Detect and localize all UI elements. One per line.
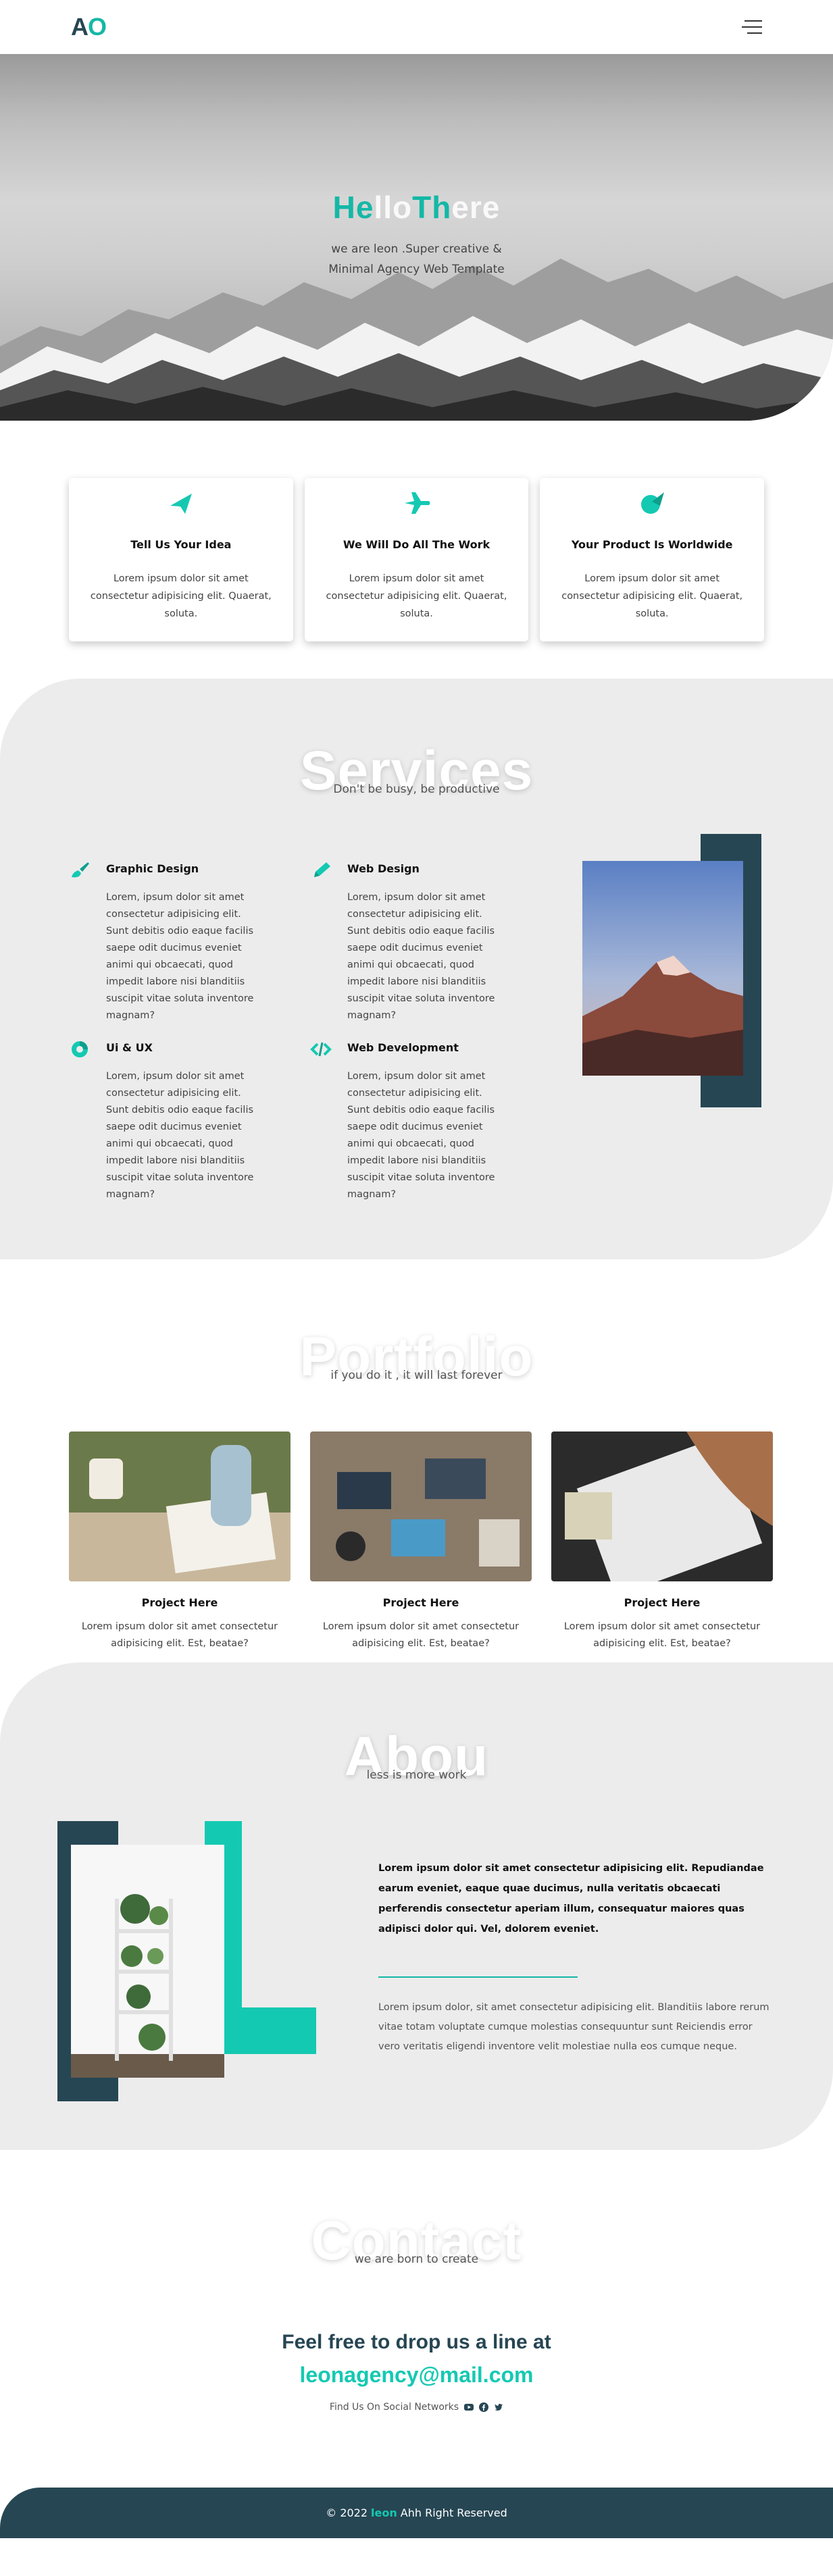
feature-card: Your Product Is Worldwide Lorem ipsum do… (540, 478, 765, 641)
portfolio-title: Project Here (624, 1596, 701, 1609)
service-text: Lorem, ipsum dolor sit amet consectetur … (106, 1071, 254, 1200)
social-label: Find Us On Social Networks (329, 2402, 459, 2413)
twitter-icon[interactable] (494, 2402, 503, 2412)
footer: © 2022 leon Ahh Right Reserved (0, 2488, 833, 2538)
about-body-text: Lorem ipsum dolor, sit amet consectetur … (378, 2002, 769, 2052)
features-section: Tell Us Your Idea Lorem ipsum dolor sit … (0, 421, 833, 679)
portfolio-text: Lorem ipsum dolor sit amet consectetur a… (81, 1621, 278, 1649)
divider (378, 1976, 578, 1978)
hero-section: HelloThere we are leon .Super creative &… (0, 54, 833, 421)
hero-title: HelloThere (0, 189, 833, 226)
palette-icon (72, 1041, 88, 1057)
portfolio-card[interactable]: Project Here Lorem ipsum dolor sit amet … (310, 1431, 532, 1652)
portfolio-text: Lorem ipsum dolor sit amet consectetur a… (322, 1621, 520, 1649)
feature-title: Your Product Is Worldwide (571, 538, 733, 551)
contact-section: Contact we are born to create Feel free … (0, 2150, 833, 2488)
portfolio-card[interactable]: Project Here Lorem ipsum dolor sit amet … (551, 1431, 773, 1652)
plant-shelf-image (71, 1845, 224, 2078)
hero-title-part: He (332, 190, 374, 225)
service-text: Lorem, ipsum dolor sit amet consectetur … (106, 892, 254, 1021)
logo-letter-o: O (88, 13, 107, 41)
feature-text: Lorem ipsum dolor sit amet consectetur a… (90, 573, 272, 619)
service-text: Lorem, ipsum dolor sit amet consectetur … (347, 892, 495, 1021)
service-item: Ui & UX Lorem, ipsum dolor sit amet cons… (69, 1039, 258, 1203)
top-nav: AO (0, 0, 833, 54)
section-subtitle: we are born to create (354, 2253, 479, 2266)
service-title: Web Development (347, 1041, 459, 1054)
menu-line (742, 26, 762, 28)
team-desk-image (310, 1431, 532, 1581)
hero-subtitle: we are leon .Super creative & Minimal Ag… (0, 239, 833, 280)
portfolio-text: Lorem ipsum dolor sit amet consectetur a… (563, 1621, 761, 1649)
about-image-frame (57, 1821, 318, 2101)
pen-icon (314, 862, 330, 877)
section-heading: Contact we are born to create (0, 2211, 833, 2271)
portfolio-title: Project Here (382, 1596, 459, 1609)
about-section: Abou less is more work Lorem ipsum dolor… (0, 1662, 833, 2150)
services-section: Services Don't be busy, be productive Gr… (0, 679, 833, 1259)
contact-cta: Feel free to drop us a line at (282, 2331, 551, 2353)
youtube-icon[interactable] (464, 2402, 474, 2412)
facebook-icon[interactable] (479, 2402, 489, 2412)
footer-brand[interactable]: leon (371, 2506, 397, 2519)
logo-letter-a: A (71, 13, 89, 41)
service-item: Graphic Design Lorem, ipsum dolor sit am… (69, 860, 258, 1024)
feature-text: Lorem ipsum dolor sit amet consectetur a… (326, 573, 507, 619)
brush-icon (72, 862, 89, 878)
menu-line (744, 20, 762, 22)
logo[interactable]: AO (71, 13, 107, 41)
portfolio-section: Portfolio if you do it , it will last fo… (0, 1259, 833, 1662)
hero-title-part: llo (374, 190, 413, 225)
code-icon (310, 1042, 332, 1057)
hamburger-menu-icon[interactable] (742, 20, 762, 34)
service-title: Web Design (347, 862, 420, 875)
service-text: Lorem, ipsum dolor sit amet consectetur … (347, 1071, 495, 1200)
section-heading: Abou less is more work (0, 1727, 833, 1787)
section-subtitle: less is more work (366, 1768, 467, 1782)
feature-title: Tell Us Your Idea (130, 538, 232, 551)
airplane-icon (404, 492, 430, 514)
about-text-block: Lorem ipsum dolor sit amet consectetur a… (378, 1858, 774, 2057)
service-title: Ui & UX (106, 1041, 153, 1054)
globe-plane-icon (641, 492, 665, 514)
feature-title: We Will Do All The Work (343, 538, 490, 551)
services-image-frame (582, 834, 761, 1107)
portfolio-title: Project Here (141, 1596, 218, 1609)
mountain-sunset-image (582, 861, 743, 1076)
section-subtitle: if you do it , it will last forever (330, 1369, 503, 1382)
feature-text: Lorem ipsum dolor sit amet consectetur a… (561, 573, 743, 619)
notebook-writing-image (69, 1431, 291, 1581)
service-title: Graphic Design (106, 862, 199, 875)
feature-card: We Will Do All The Work Lorem ipsum dolo… (304, 478, 529, 641)
section-subtitle: Don't be busy, be productive (333, 783, 500, 796)
footer-rights-text: Ahh Right Reserved (400, 2506, 507, 2519)
section-heading: Portfolio if you do it , it will last fo… (0, 1327, 833, 1388)
paper-plane-icon (170, 494, 192, 514)
copyright-text: © 2022 (326, 2506, 368, 2519)
about-lead-text: Lorem ipsum dolor sit amet consectetur a… (378, 1863, 764, 1935)
section-heading: Services Don't be busy, be productive (0, 741, 833, 801)
contact-email-link[interactable]: leonagency@mail.com (0, 2363, 833, 2388)
portfolio-card[interactable]: Project Here Lorem ipsum dolor sit amet … (69, 1431, 291, 1652)
feature-card: Tell Us Your Idea Lorem ipsum dolor sit … (69, 478, 293, 641)
service-item: Web Development Lorem, ipsum dolor sit a… (310, 1039, 499, 1203)
hero-subtitle-line: Minimal Agency Web Template (328, 263, 505, 276)
service-item: Web Design Lorem, ipsum dolor sit amet c… (310, 860, 499, 1024)
social-links: Find Us On Social Networks (0, 2402, 833, 2413)
hero-subtitle-line: we are leon .Super creative & (331, 242, 502, 256)
menu-line (747, 32, 762, 34)
hero-title-part: Th (412, 190, 452, 225)
paperwork-image (551, 1431, 773, 1597)
hero-title-part: ere (451, 190, 501, 225)
